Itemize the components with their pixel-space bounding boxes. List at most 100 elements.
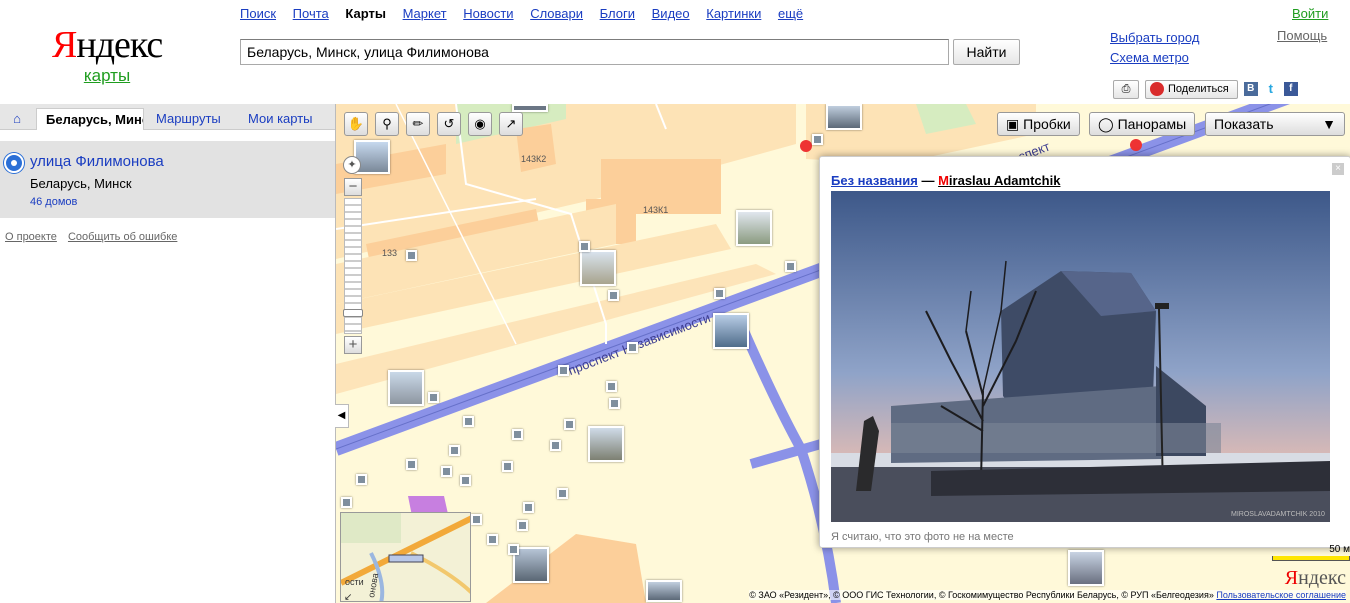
photo-thumbnail[interactable] [736,210,772,246]
building-label: 143К1 [643,205,669,215]
photo-thumbnail[interactable] [341,497,352,508]
photo-thumbnail[interactable] [713,313,749,349]
photo-thumbnail[interactable] [460,475,471,486]
service-mail[interactable]: Почта [293,6,329,21]
zoom-slider[interactable] [343,198,363,334]
service-blogs[interactable]: Блоги [600,6,635,21]
photo-thumbnail[interactable] [826,104,862,130]
photo-thumbnail[interactable] [471,514,482,525]
photo-thumbnail[interactable] [714,288,725,299]
photo-thumbnail[interactable] [428,392,439,403]
result-house-count[interactable]: 46 домов [30,196,77,208]
photo-thumbnail[interactable] [512,104,548,112]
photo-thumbnail[interactable] [606,381,617,392]
report-photo-link[interactable]: Я считаю, что это фото не на месте [831,531,1014,543]
expand-minimap-icon[interactable]: ↙ [344,592,352,602]
photo-thumbnail[interactable] [508,544,519,555]
ruler-icon[interactable]: ✏ [406,112,430,136]
collapse-sidebar-button[interactable]: ◀ [335,404,349,428]
location-pin-icon [4,153,24,173]
photo-thumbnail[interactable] [550,440,561,451]
photo-thumbnail[interactable] [406,459,417,470]
map[interactable]: 143К2 143К1 133 проспект Независимости п… [335,104,1350,603]
tab-my-maps[interactable]: Мои карты [248,108,313,130]
search-input[interactable] [240,39,949,65]
service-news[interactable]: Новости [463,6,513,21]
close-icon[interactable]: × [1332,163,1344,175]
result-title[interactable]: улица Филимонова [30,153,164,170]
photo-thumbnail[interactable] [608,290,619,301]
service-more[interactable]: ещё [778,6,803,21]
route-icon[interactable]: ↺ [437,112,461,136]
traffic-button[interactable]: ▣ Пробки [997,112,1080,136]
photo-thumbnail[interactable] [558,365,569,376]
photo-thumbnail[interactable] [812,134,823,145]
share-button[interactable]: Поделиться [1145,79,1238,99]
zoom-handle[interactable] [343,309,363,317]
metro-scheme-link[interactable]: Схема метро [1110,48,1199,68]
photo-thumbnail[interactable] [785,261,796,272]
photo-thumbnail[interactable] [441,466,452,477]
photo-thumbnail[interactable] [646,580,682,602]
compass-icon[interactable]: ✦ [343,156,361,174]
pointer-icon[interactable]: ↗ [499,112,523,136]
service-images[interactable]: Картинки [706,6,761,21]
photo-thumbnail[interactable] [609,398,620,409]
hand-icon[interactable]: ✋ [344,112,368,136]
photo-thumbnail[interactable] [557,488,568,499]
help-link[interactable]: Помощь [1277,28,1327,43]
search-button[interactable]: Найти [953,39,1020,65]
home-icon[interactable]: ⌂ [6,108,28,130]
zoom-in-button[interactable]: + [344,336,362,354]
logo-service-name[interactable]: карты [52,66,162,86]
panoramas-button[interactable]: ◯ Панорамы [1089,112,1196,136]
photo-thumbnail[interactable] [487,534,498,545]
photo-author-link[interactable]: Miraslau Adamtchik [938,173,1060,188]
photo-thumbnail[interactable] [579,241,590,252]
photo-thumbnail[interactable] [406,250,417,261]
photo-thumbnail[interactable] [356,474,367,485]
service-market[interactable]: Маркет [403,6,447,21]
service-search[interactable]: Поиск [240,6,276,21]
facebook-icon[interactable]: f [1283,82,1298,96]
report-error-link[interactable]: Сообщить об ошибке [68,231,177,243]
zoom-select-icon[interactable]: ⚲ [375,112,399,136]
sidebar-tabs: ⌂ Беларусь, Минск, улица Филимонова Марш… [0,104,335,130]
choose-city-link[interactable]: Выбрать город [1110,28,1199,48]
photo-thumbnail[interactable] [388,370,424,406]
search-result-item[interactable]: улица Филимонова Беларусь, Минск 46 домо… [0,141,335,218]
tab-routes[interactable]: Маршруты [156,108,221,130]
photo-thumbnail[interactable] [512,429,523,440]
show-dropdown[interactable]: Показать ▼ [1205,112,1345,136]
photo-thumbnail[interactable] [588,426,624,462]
copyright-text: © ЗАО «Резидент», © ООО ГИС Технологии, … [749,590,1214,600]
logo-rest: ндекс [76,24,163,66]
minimap[interactable]: ости онова ↙ [340,512,471,602]
user-agreement-link[interactable]: Пользовательское соглашение [1216,590,1346,600]
photo-popup: × Без названия — Miraslau Adamtchik MIRO… [819,156,1350,548]
photo-thumbnail[interactable] [627,342,638,353]
service-maps: Карты [345,6,386,21]
popup-photo[interactable]: MIROSLAVADAMTCHIK 2010 [831,191,1330,522]
photo-thumbnail[interactable] [564,419,575,430]
photo-thumbnail[interactable] [502,461,513,472]
photo-thumbnail[interactable] [1068,550,1104,586]
photo-title-link[interactable]: Без названия [831,173,918,188]
service-dictionaries[interactable]: Словари [530,6,583,21]
yandex-logo[interactable]: Яндекс карты [52,24,163,86]
balloon-icon[interactable]: ◉ [468,112,492,136]
login-link[interactable]: Войти [1292,6,1328,21]
about-link[interactable]: О проекте [5,231,57,243]
printer-icon[interactable]: ⎙ [1113,79,1139,99]
vk-icon[interactable]: В [1243,82,1258,96]
photo-thumbnail[interactable] [517,520,528,531]
service-video[interactable]: Видео [652,6,690,21]
twitter-icon[interactable]: t [1264,82,1278,96]
photo-thumbnail[interactable] [523,502,534,513]
share-label: Поделиться [1168,82,1229,95]
photo-thumbnail[interactable] [580,250,616,286]
photo-thumbnail[interactable] [449,445,460,456]
tab-search-result[interactable]: Беларусь, Минск, улица Филимонова [36,108,144,130]
zoom-out-button[interactable]: − [344,178,362,196]
photo-thumbnail[interactable] [463,416,474,427]
